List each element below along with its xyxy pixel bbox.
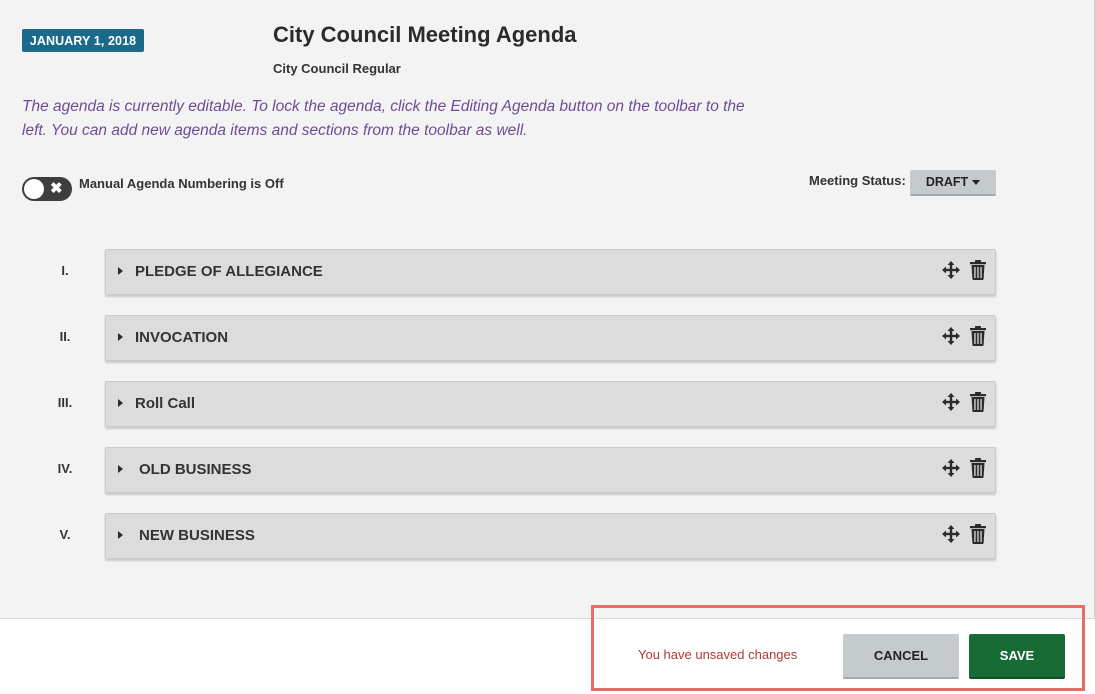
agenda-item-numeral: IV. <box>57 461 73 476</box>
editable-notice: The agenda is currently editable. To loc… <box>22 98 745 139</box>
agenda-item-title: PLEDGE OF ALLEGIANCE <box>135 263 323 280</box>
meeting-type-subtitle: City Council Regular <box>273 61 401 76</box>
agenda-row: III. Roll Call <box>0 381 1000 427</box>
move-icon[interactable] <box>942 393 960 411</box>
agenda-row: IV. OLD BUSINESS <box>0 447 1000 493</box>
agenda-item-pledge-of-allegiance[interactable]: PLEDGE OF ALLEGIANCE <box>105 249 996 295</box>
move-icon[interactable] <box>942 327 960 345</box>
agenda-item-new-business[interactable]: NEW BUSINESS <box>105 513 996 559</box>
meeting-status-label: Meeting Status: <box>809 173 906 188</box>
cancel-button[interactable]: CANCEL <box>843 634 959 679</box>
agenda-row: V. NEW BUSINESS <box>0 513 1000 559</box>
meeting-status-dropdown[interactable]: DRAFT <box>910 170 996 196</box>
agenda-item-title: Roll Call <box>135 395 196 412</box>
agenda-item-title: OLD BUSINESS <box>139 461 252 478</box>
toggle-knob <box>24 179 44 199</box>
meeting-date-badge: JANUARY 1, 2018 <box>22 29 144 52</box>
move-icon[interactable] <box>942 261 960 279</box>
save-button[interactable]: SAVE <box>969 634 1065 679</box>
caret-right-icon[interactable] <box>118 399 123 407</box>
page-title: City Council Meeting Agenda <box>273 22 577 47</box>
agenda-row: I. PLEDGE OF ALLEGIANCE <box>0 249 1000 295</box>
caret-right-icon[interactable] <box>118 465 123 473</box>
agenda-item-numeral: V. <box>59 527 71 542</box>
manual-numbering-toggle[interactable]: ✖ <box>22 177 72 201</box>
agenda-row: II. INVOCATION <box>0 315 1000 361</box>
trash-icon[interactable] <box>970 524 986 544</box>
trash-icon[interactable] <box>970 458 986 478</box>
agenda-item-title: INVOCATION <box>135 329 229 346</box>
move-icon[interactable] <box>942 459 960 477</box>
caret-right-icon[interactable] <box>118 531 123 539</box>
manual-numbering-label: Manual Agenda Numbering is Off <box>79 176 284 191</box>
agenda-item-old-business[interactable]: OLD BUSINESS <box>105 447 996 493</box>
agenda-item-invocation[interactable]: INVOCATION <box>105 315 996 361</box>
unsaved-changes-message: You have unsaved changes <box>638 647 798 662</box>
trash-icon[interactable] <box>970 326 986 346</box>
caret-right-icon[interactable] <box>118 333 123 341</box>
agenda-item-roll-call[interactable]: Roll Call <box>105 381 996 427</box>
caret-down-icon <box>972 179 981 185</box>
agenda-item-numeral: I. <box>61 263 69 278</box>
close-icon: ✖ <box>50 180 63 197</box>
caret-right-icon[interactable] <box>118 267 123 275</box>
trash-icon[interactable] <box>970 392 986 412</box>
agenda-item-numeral: II. <box>59 329 71 344</box>
trash-icon[interactable] <box>970 260 986 280</box>
agenda-item-title: NEW BUSINESS <box>139 527 255 544</box>
meeting-status-value: DRAFT <box>925 175 969 189</box>
agenda-item-numeral: III. <box>57 395 73 410</box>
move-icon[interactable] <box>942 525 960 543</box>
